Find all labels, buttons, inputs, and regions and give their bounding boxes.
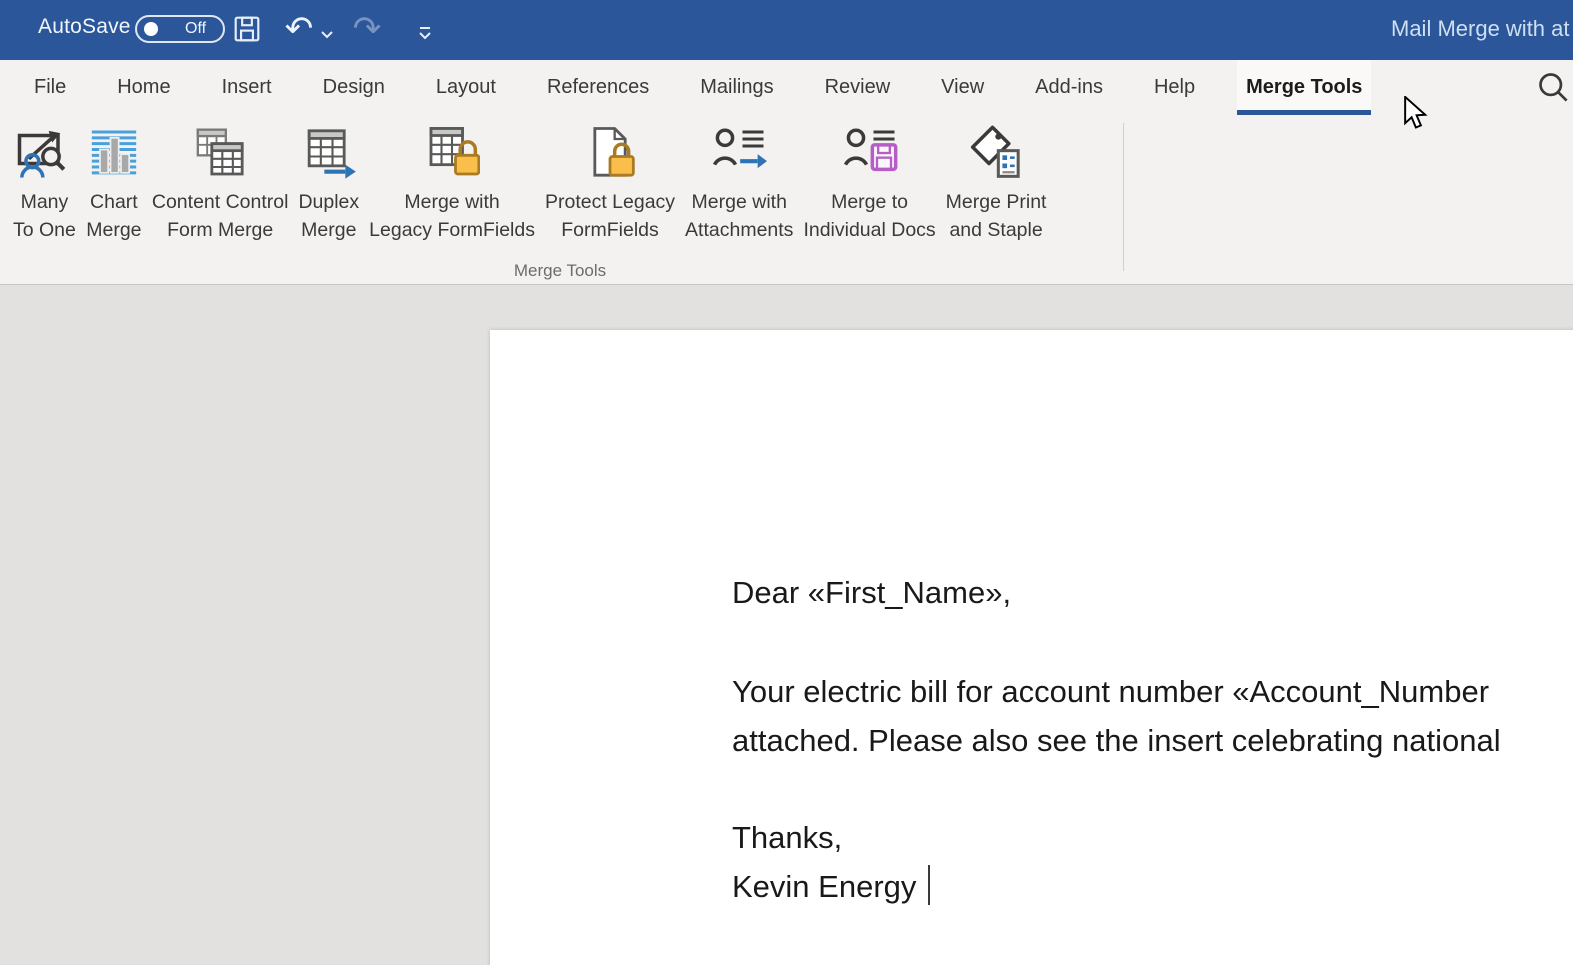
merge-with-attachments-icon: [711, 125, 767, 188]
button-label: To One: [13, 216, 76, 244]
tab-design[interactable]: Design: [314, 60, 394, 115]
ribbon: Many To One: [0, 115, 1573, 285]
redo-icon: ↷: [350, 12, 384, 46]
merge-legacy-formfields-icon: [424, 125, 480, 188]
autosave-label: AutoSave: [38, 15, 131, 39]
many-to-one-button[interactable]: Many To One: [8, 123, 81, 246]
tab-merge-tools[interactable]: Merge Tools: [1237, 60, 1371, 115]
autosave-toggle-knob: [144, 22, 158, 36]
ribbon-group-label: Merge Tools: [0, 261, 1120, 281]
document-area: Dear «First_Name», Your electric bill fo…: [0, 285, 1573, 965]
document-page[interactable]: [490, 330, 1573, 965]
tab-references[interactable]: References: [538, 60, 658, 115]
tab-view[interactable]: View: [932, 60, 993, 115]
doc-closing-line[interactable]: Thanks,: [732, 818, 842, 858]
merge-print-staple-icon: [968, 125, 1024, 188]
search-icon[interactable]: [1536, 70, 1570, 109]
title-bar: AutoSave Off ↶ ↷ Mail Merge with at: [0, 0, 1573, 60]
tab-mailings[interactable]: Mailings: [691, 60, 782, 115]
undo-icon[interactable]: ↶: [282, 12, 316, 46]
button-label: Individual Docs: [803, 216, 935, 244]
qat-customize-icon[interactable]: [408, 16, 442, 50]
button-label: Merge with: [404, 188, 499, 216]
autosave-toggle[interactable]: Off: [135, 15, 225, 43]
doc-greeting-line[interactable]: Dear «First_Name»,: [732, 573, 1011, 613]
mouse-cursor-icon: [1402, 96, 1428, 135]
tab-help[interactable]: Help: [1145, 60, 1204, 115]
autosave-state-label: Off: [185, 20, 206, 38]
tab-file[interactable]: File: [25, 60, 75, 115]
button-label: Many: [21, 188, 69, 216]
merge-tools-group: Many To One: [0, 115, 1120, 284]
tab-addins[interactable]: Add-ins: [1026, 60, 1112, 115]
merge-with-attachments-button[interactable]: Merge with Attachments: [680, 123, 798, 246]
button-label: Attachments: [685, 216, 793, 244]
button-label: Merge: [86, 216, 141, 244]
button-label: Merge with: [692, 188, 787, 216]
protect-legacy-formfields-button[interactable]: Protect Legacy FormFields: [540, 123, 680, 246]
many-to-one-icon: [16, 125, 72, 188]
protect-legacy-formfields-icon: [582, 125, 638, 188]
button-label: Duplex: [298, 188, 359, 216]
merge-legacy-formfields-button[interactable]: Merge with Legacy FormFields: [364, 123, 540, 246]
doc-body-line-2[interactable]: attached. Please also see the insert cel…: [732, 721, 1501, 761]
button-label: Merge to: [831, 188, 908, 216]
tab-review[interactable]: Review: [816, 60, 900, 115]
button-label: Chart: [90, 188, 138, 216]
merge-individual-docs-button[interactable]: Merge to Individual Docs: [798, 123, 940, 246]
button-label: Merge: [301, 216, 356, 244]
button-label: Merge Print: [946, 188, 1047, 216]
button-label: Content Control: [152, 188, 289, 216]
tab-insert[interactable]: Insert: [213, 60, 281, 115]
word-window: { "colors": { "titlebar": "#2b579a", "ac…: [0, 0, 1573, 965]
tab-layout[interactable]: Layout: [427, 60, 505, 115]
chart-merge-button[interactable]: Chart Merge: [81, 123, 147, 246]
merge-print-staple-button[interactable]: Merge Print and Staple: [941, 123, 1052, 246]
doc-body-line-1[interactable]: Your electric bill for account number «A…: [732, 672, 1489, 712]
text-caret: [928, 865, 930, 905]
undo-chevron-icon[interactable]: [318, 18, 336, 52]
button-label: Form Merge: [167, 216, 273, 244]
button-label: FormFields: [561, 216, 659, 244]
button-label: and Staple: [949, 216, 1042, 244]
duplex-merge-icon: [301, 125, 357, 188]
tab-home[interactable]: Home: [108, 60, 179, 115]
content-control-form-merge-button[interactable]: Content Control Form Merge: [147, 123, 294, 246]
content-control-merge-icon: [192, 125, 248, 188]
ribbon-group-divider: [1123, 123, 1124, 271]
duplex-merge-button[interactable]: Duplex Merge: [293, 123, 364, 246]
save-icon[interactable]: [230, 12, 264, 46]
chart-merge-icon: [86, 125, 142, 188]
document-title: Mail Merge with at: [1391, 16, 1570, 42]
doc-signature-line[interactable]: Kevin Energy: [732, 867, 916, 907]
merge-individual-docs-icon: [842, 125, 898, 188]
button-label: Legacy FormFields: [369, 216, 535, 244]
button-label: Protect Legacy: [545, 188, 675, 216]
ribbon-tab-row: File Home Insert Design Layout Reference…: [0, 60, 1573, 115]
merge-tools-buttons: Many To One: [0, 115, 1120, 246]
